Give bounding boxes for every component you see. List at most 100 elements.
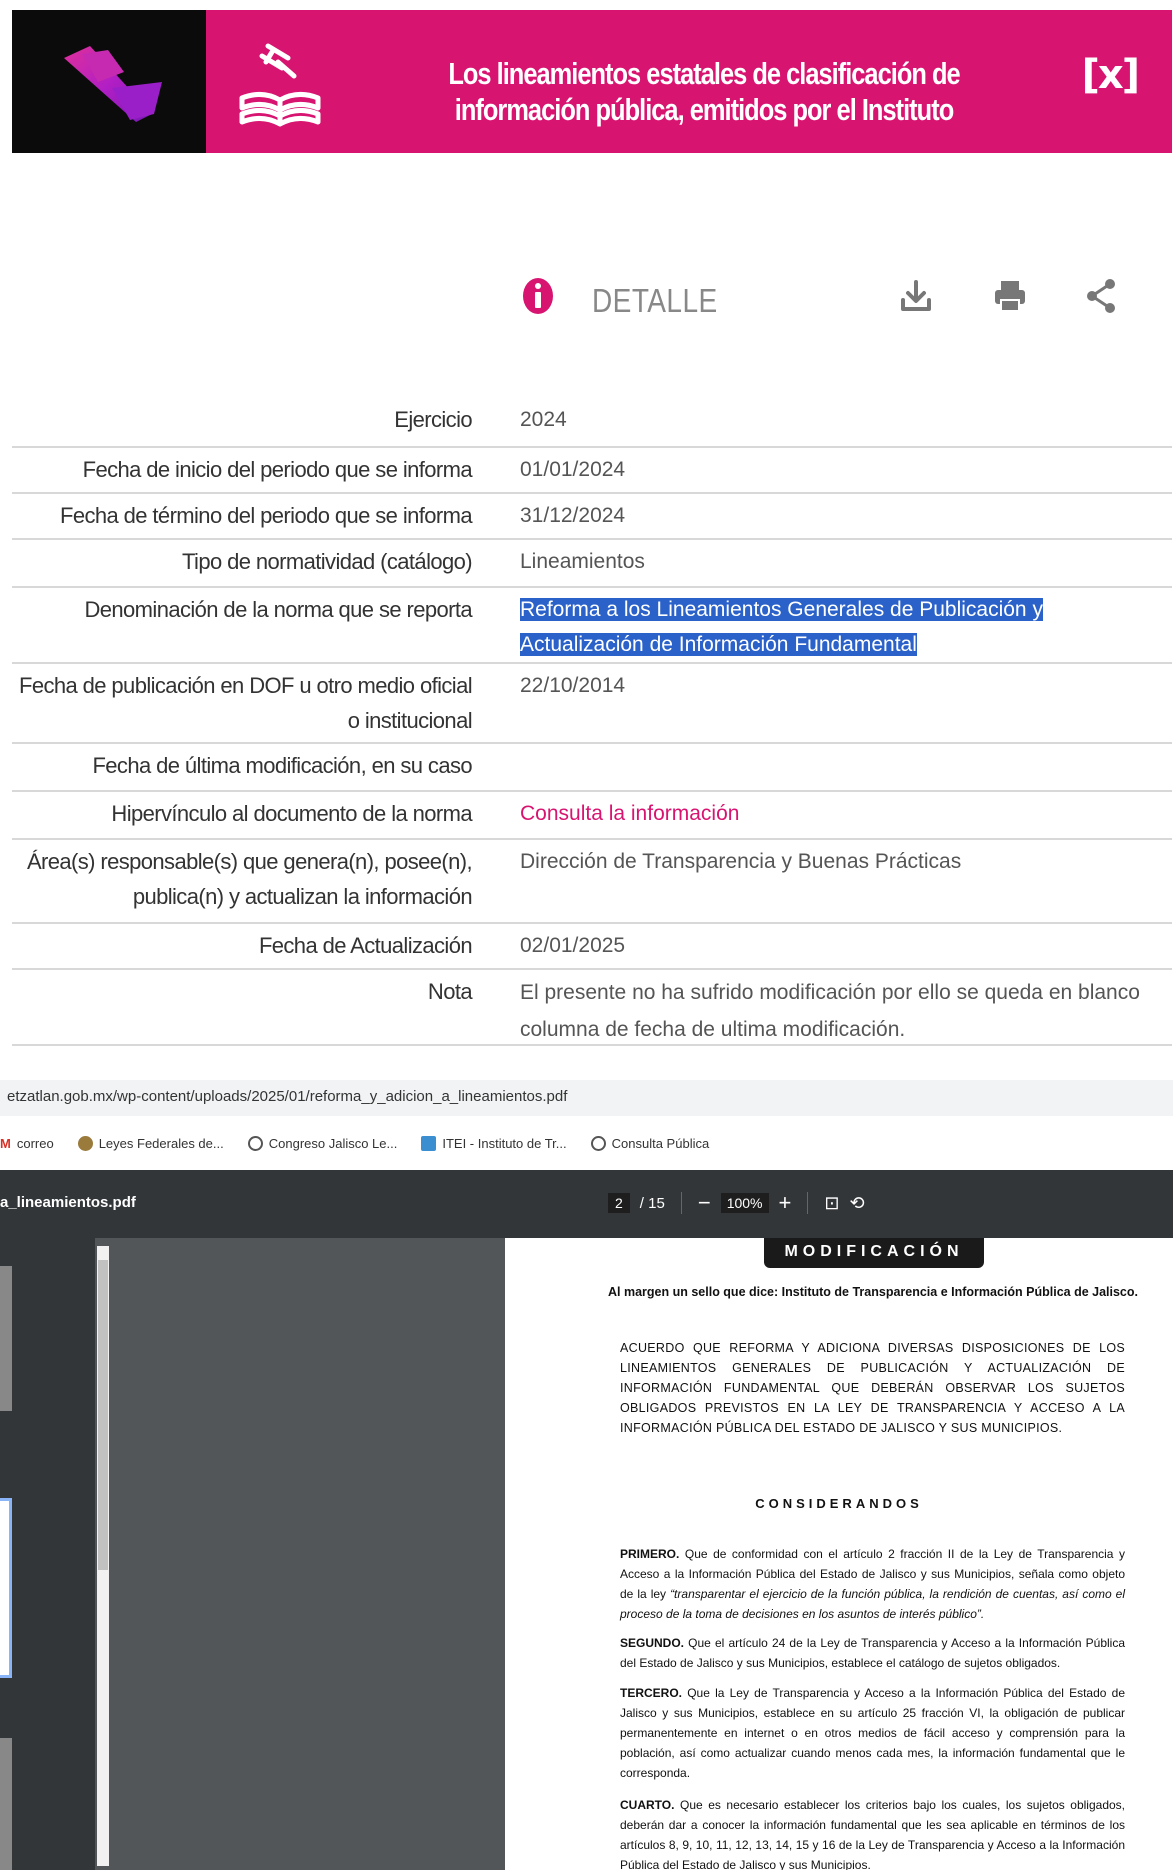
paragraph-lead: TERCERO.: [620, 1686, 683, 1700]
paragraph-text: Que el artículo 24 de la Ley de Transpar…: [620, 1636, 1125, 1670]
divider: [680, 1192, 682, 1214]
paragraph-quote: “transparentar el ejercicio de la funció…: [620, 1587, 1126, 1621]
paragraph-primero: PRIMERO. Que de conformidad con el artíc…: [620, 1544, 1125, 1624]
bookmark-correo[interactable]: M correo: [0, 1136, 54, 1151]
pdf-controls: 2 / 15 − 100% + ⊡ ⟲: [608, 1192, 865, 1214]
considerandos-heading: CONSIDERANDOS: [755, 1496, 923, 1511]
row-label: Hipervínculo al documento de la norma: [111, 801, 472, 826]
row-value: El presente no ha sufrido modificación p…: [520, 981, 1140, 1041]
page-number-input[interactable]: 2: [608, 1193, 630, 1213]
close-button[interactable]: [x]: [1082, 52, 1140, 98]
thumbnail-scrollbar[interactable]: [97, 1246, 109, 1866]
bookmark-label: Consulta Pública: [611, 1135, 710, 1151]
banner-title: Los lineamientos estatales de clasificac…: [448, 56, 960, 127]
row-label: Fecha de Actualización: [258, 933, 473, 958]
divider: [807, 1192, 809, 1214]
table-row-fecha-termino: Fecha de término del periodo que se info…: [12, 494, 1172, 540]
thumbnail[interactable]: [0, 1266, 12, 1411]
url-text[interactable]: etzatlan.gob.mx/wp-content/uploads/2025/…: [7, 1088, 567, 1105]
table-row-tipo: Tipo de normatividad (catálogo) Lineamie…: [12, 540, 1172, 588]
share-icon[interactable]: [1082, 276, 1122, 316]
row-value: 02/01/2025: [520, 934, 626, 957]
print-icon[interactable]: [990, 276, 1030, 316]
globe-icon: [590, 1135, 606, 1151]
zoom-input[interactable]: 100%: [720, 1193, 769, 1213]
table-row-fecha-publicacion: Fecha de publicación en DOF u otro medio…: [12, 664, 1172, 744]
row-label: Ejercicio: [394, 407, 472, 432]
paragraph-lead: SEGUNDO.: [620, 1636, 685, 1650]
row-value: Reforma a los Lineamientos Generales de …: [482, 592, 1172, 662]
download-icon[interactable]: [896, 276, 936, 316]
row-label: Fecha de publicación en DOF u otro medio…: [18, 673, 473, 733]
table-row-area: Área(s) responsable(s) que genera(n), po…: [12, 840, 1172, 924]
paragraph-text: Que es necesario establecer los criterio…: [620, 1798, 1125, 1870]
banner-title-area: Los lineamientos estatales de clasificac…: [206, 10, 1172, 153]
table-row-nota: Nota El presente no ha sufrido modificac…: [12, 970, 1172, 1046]
scroll-thumb[interactable]: [98, 1260, 108, 1570]
table-row-fecha-actualizacion: Fecha de Actualización 02/01/2025: [12, 924, 1172, 970]
pdf-toolbar: a_lineamientos.pdf 2 / 15 − 100% + ⊡ ⟲: [0, 1170, 1173, 1238]
bookmark-congreso[interactable]: Congreso Jalisco Le...: [247, 1135, 398, 1151]
pdf-filename: a_lineamientos.pdf: [0, 1194, 136, 1211]
section-pill: MODIFICACIÓN: [764, 1238, 984, 1268]
thumbnail-current[interactable]: [0, 1498, 12, 1678]
detail-title: DETALLE: [592, 282, 718, 319]
bookmark-label: correo: [16, 1135, 54, 1151]
row-value: 22/10/2014: [520, 674, 626, 697]
row-label: Nota: [427, 979, 473, 1004]
table-row-denominacion: Denominación de la norma que se reporta …: [12, 588, 1172, 664]
institute-logo: [12, 10, 206, 153]
globe-icon: [247, 1135, 263, 1151]
bookmark-leyes[interactable]: Leyes Federales de...: [77, 1135, 224, 1151]
zoom-out-button[interactable]: −: [698, 1192, 711, 1214]
paragraph-cuarto: CUARTO. Que es necesario establecer los …: [620, 1795, 1125, 1870]
pdf-page: MODIFICACIÓN Al margen un sello que dice…: [505, 1238, 1173, 1870]
thumbnail-sidebar: [0, 1238, 95, 1870]
gavel-book-icon: [239, 43, 321, 127]
row-value: [482, 748, 1172, 790]
bookmarks-bar: M correo Leyes Federales de... Congreso …: [0, 1120, 1173, 1166]
row-label: Denominación de la norma que se reporta: [84, 597, 472, 622]
row-value: Dirección de Transparencia y Buenas Prác…: [520, 850, 962, 873]
bookmark-label: Congreso Jalisco Le...: [268, 1135, 398, 1151]
gmail-icon: M: [0, 1135, 11, 1151]
bookmark-consulta[interactable]: Consulta Pública: [590, 1135, 710, 1151]
paragraph-segundo: SEGUNDO. Que el artículo 24 de la Ley de…: [620, 1633, 1125, 1673]
row-value: Lineamientos: [520, 550, 645, 573]
table-row-hipervinculo: Hipervínculo al documento de la norma Co…: [12, 792, 1172, 840]
row-label: Fecha de término del periodo que se info…: [59, 503, 473, 528]
paragraph-text: Que la Ley de Transparencia y Acceso a l…: [620, 1686, 1125, 1780]
row-label: Tipo de normatividad (catálogo): [182, 549, 473, 574]
seal-icon: [77, 1135, 93, 1151]
paragraph-lead: CUARTO.: [620, 1798, 675, 1812]
paragraph-lead: PRIMERO.: [620, 1547, 680, 1561]
paragraph-tercero: TERCERO. Que la Ley de Transparencia y A…: [620, 1683, 1125, 1783]
table-row-fecha-modificacion: Fecha de última modificación, en su caso: [12, 744, 1172, 792]
row-value: 01/01/2024: [520, 458, 626, 481]
margin-note: Al margen un sello que dice: Instituto d…: [608, 1285, 1138, 1299]
row-value: 31/12/2024: [520, 504, 626, 527]
page-total: / 15: [639, 1194, 665, 1212]
row-value: 2024: [520, 408, 567, 431]
bookmark-label: ITEI - Instituto de Tr...: [442, 1135, 567, 1151]
header-banner: Los lineamientos estatales de clasificac…: [12, 10, 1172, 153]
row-label: Fecha de última modificación, en su caso: [92, 753, 472, 778]
table-row-fecha-inicio: Fecha de inicio del periodo que se infor…: [12, 448, 1172, 494]
consulta-link[interactable]: Consulta la información: [482, 796, 1172, 838]
pdf-viewport: MODIFICACIÓN Al margen un sello que dice…: [0, 1238, 1173, 1870]
bookmark-itei[interactable]: ITEI - Instituto de Tr...: [421, 1135, 567, 1151]
rotate-icon[interactable]: ⟲: [849, 1192, 864, 1214]
table-row-ejercicio: Ejercicio 2024: [12, 394, 1172, 448]
detail-header: DETALLE: [520, 276, 1120, 326]
itei-icon: [421, 1135, 437, 1151]
info-icon: [523, 278, 553, 314]
detail-table: Ejercicio 2024 Fecha de inicio del perio…: [12, 404, 1172, 1046]
row-label: Fecha de inicio del periodo que se infor…: [82, 457, 473, 482]
thumbnail[interactable]: [0, 1738, 12, 1870]
zoom-in-button[interactable]: +: [779, 1192, 792, 1214]
selected-text[interactable]: Reforma a los Lineamientos Generales de …: [520, 598, 1043, 656]
row-label: Área(s) responsable(s) que genera(n), po…: [26, 849, 473, 909]
fit-page-icon[interactable]: ⊡: [824, 1192, 839, 1214]
address-bar[interactable]: etzatlan.gob.mx/wp-content/uploads/2025/…: [0, 1080, 1173, 1116]
logo-mark-icon: [64, 46, 162, 122]
